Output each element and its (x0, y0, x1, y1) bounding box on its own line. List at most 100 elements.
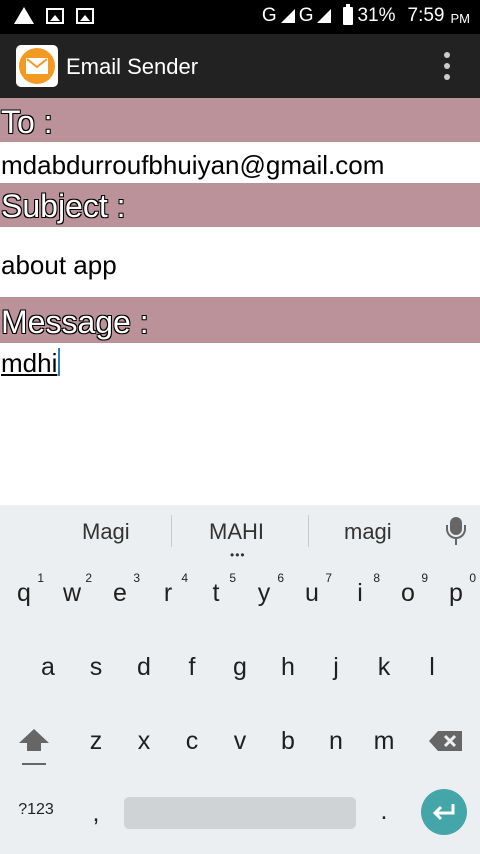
message-field[interactable]: mdhi (1, 348, 479, 382)
key-hint: 8 (373, 571, 380, 585)
key-label: s (89, 653, 103, 681)
key-label: g (233, 653, 247, 681)
key-m[interactable]: m (364, 727, 404, 756)
warning-icon (14, 7, 34, 24)
to-field[interactable]: mdabdurroufbhuiyan@gmail.com (1, 150, 479, 180)
space-bar[interactable] (124, 797, 356, 829)
text-cursor (58, 348, 61, 376)
key-label: w (62, 579, 82, 607)
key-label: z (89, 727, 103, 755)
key-hint: 4 (181, 571, 188, 585)
key-label: m (373, 727, 395, 755)
app-title: Email Sender (66, 54, 199, 79)
key-k[interactable]: k (364, 653, 404, 682)
key-label: n (329, 727, 343, 755)
key-g[interactable]: g (220, 653, 260, 682)
key-hint: 7 (325, 571, 332, 585)
key-label: k (377, 653, 391, 681)
key-q[interactable]: q1 (4, 571, 44, 608)
message-text: mdhi (1, 348, 58, 378)
key-label: e (113, 579, 127, 607)
key-c[interactable]: c (172, 727, 212, 756)
key-n[interactable]: n (316, 727, 356, 756)
more-suggestions-icon[interactable]: ••• (230, 549, 246, 561)
enter-key[interactable] (421, 789, 467, 835)
key-label: d (137, 653, 151, 681)
subject-field[interactable]: about app (1, 250, 479, 280)
comma-key[interactable]: , (76, 799, 116, 828)
key-p[interactable]: p0 (436, 571, 476, 608)
key-z[interactable]: z (76, 727, 116, 756)
network-type-2: G (298, 5, 314, 26)
key-b[interactable]: b (268, 727, 308, 756)
backspace-key[interactable] (426, 729, 466, 760)
key-v[interactable]: v (220, 727, 260, 756)
key-r[interactable]: r4 (148, 571, 188, 608)
key-f[interactable]: f (172, 653, 212, 682)
key-label: v (233, 727, 247, 755)
key-label: y (257, 579, 271, 607)
key-hint: 0 (469, 571, 476, 585)
keyboard: Magi MAHI ••• magi q1w2e3r4t5y6u7i8o9p0 … (0, 505, 480, 854)
key-label: q (17, 579, 31, 607)
image-notification-icon (46, 7, 64, 24)
status-bar: G G 31% 7:59 PM (0, 0, 480, 34)
suggestion-2[interactable]: MAHI (209, 519, 264, 545)
image-notification-icon-2 (76, 7, 94, 24)
key-label: t (212, 579, 220, 607)
key-j[interactable]: j (316, 653, 356, 682)
key-t[interactable]: t5 (196, 571, 236, 608)
key-label: i (357, 579, 363, 607)
key-l[interactable]: l (412, 653, 452, 682)
to-label: To : (0, 98, 480, 142)
shift-key[interactable] (14, 727, 54, 760)
key-e[interactable]: e3 (100, 571, 140, 608)
app-bar: Email Sender (0, 34, 480, 98)
key-y[interactable]: y6 (244, 571, 284, 608)
key-h[interactable]: h (268, 653, 308, 682)
suggestion-1[interactable]: Magi (82, 519, 130, 545)
key-label: o (401, 579, 415, 607)
overflow-menu-icon[interactable] (444, 52, 450, 80)
subject-label: Subject : (0, 183, 480, 227)
signal-icon-2 (317, 9, 332, 23)
battery-icon (343, 4, 354, 25)
key-label: j (333, 653, 339, 681)
key-x[interactable]: x (124, 727, 164, 756)
message-label: Message : (0, 297, 480, 343)
signal-icon (280, 9, 295, 23)
period-key[interactable]: . (364, 797, 404, 826)
key-label: b (281, 727, 295, 755)
key-label: c (185, 727, 199, 755)
key-hint: 9 (421, 571, 428, 585)
key-a[interactable]: a (28, 653, 68, 682)
key-label: p (449, 579, 463, 607)
key-hint: 6 (277, 571, 284, 585)
key-d[interactable]: d (124, 653, 164, 682)
key-hint: 2 (85, 571, 92, 585)
key-label: x (137, 727, 151, 755)
key-hint: 5 (229, 571, 236, 585)
key-label: l (429, 653, 435, 681)
symbols-key[interactable]: ?123 (12, 801, 60, 819)
suggestion-strip: Magi MAHI ••• magi (0, 505, 480, 561)
key-hint: 3 (133, 571, 140, 585)
key-w[interactable]: w2 (52, 571, 92, 608)
shift-underline (22, 763, 46, 765)
clock-ampm: PM (450, 10, 471, 26)
key-label: f (188, 653, 196, 681)
key-s[interactable]: s (76, 653, 116, 682)
suggestion-3[interactable]: magi (344, 519, 392, 545)
envelope-icon (16, 45, 58, 87)
key-i[interactable]: i8 (340, 571, 380, 608)
key-label: u (305, 579, 319, 607)
key-o[interactable]: o9 (388, 571, 428, 608)
network-type-1: G (261, 5, 277, 26)
clock: 7:59 (407, 5, 445, 26)
key-label: h (281, 653, 295, 681)
key-hint: 1 (37, 571, 44, 585)
key-label: r (163, 579, 173, 607)
key-label: a (41, 653, 55, 681)
key-u[interactable]: u7 (292, 571, 332, 608)
microphone-icon[interactable] (445, 517, 467, 547)
